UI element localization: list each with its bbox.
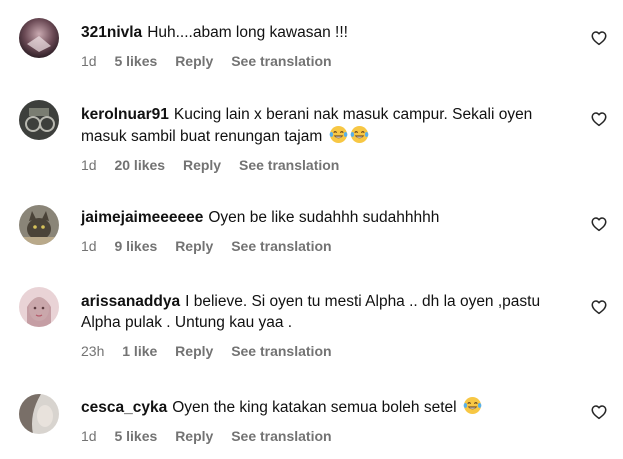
comment-meta: 23h 1 like Reply See translation [81,343,551,361]
comment-text-line: kerolnuar91 Kucing lain x berani nak masu… [81,104,551,147]
heart-icon[interactable] [590,403,608,421]
heart-icon[interactable] [590,298,608,316]
comment-likes[interactable]: 1 like [122,343,157,359]
avatar-pink-photo-icon [19,287,59,327]
avatar-dark-gradient-icon [19,18,59,58]
comment-time[interactable]: 1d [81,238,97,254]
laughing-tears-emoji-icon [329,125,347,144]
comment-username[interactable]: cesca_cyka [81,399,167,416]
comment-meta: 1d 5 likes Reply See translation [81,53,551,71]
comment-username[interactable]: 321nivla [81,24,142,41]
comment-text-line: arissanaddya I believe. Si oyen tu mesti … [81,291,551,333]
see-translation-button[interactable]: See translation [231,238,331,254]
avatar[interactable] [19,287,59,327]
see-translation-button[interactable]: See translation [239,157,339,173]
avatar[interactable] [19,205,59,245]
comment-text-line: 321nivla Huh....abam long kawasan !!! [81,22,551,43]
comment-time[interactable]: 23h [81,343,104,359]
laughing-tears-emoji-icon [350,125,368,144]
laughing-tears-emoji-icon [463,396,482,415]
comment-likes[interactable]: 9 likes [114,238,157,254]
avatar[interactable] [19,100,59,140]
comment-text: Oyen the king katakan semua boleh setel [172,399,457,416]
reply-button[interactable]: Reply [175,343,213,359]
comment-username[interactable]: kerolnuar91 [81,106,169,123]
reply-button[interactable]: Reply [175,53,213,69]
comment-likes[interactable]: 5 likes [114,428,157,444]
comment-meta: 1d 20 likes Reply See translation [81,157,551,175]
reply-button[interactable]: Reply [175,428,213,444]
comment-text-line: cesca_cyka Oyen the king katakan semua bo… [81,396,551,418]
avatar-light-photo-icon [19,394,59,434]
see-translation-button[interactable]: See translation [231,343,331,359]
comment-time[interactable]: 1d [81,53,97,69]
see-translation-button[interactable]: See translation [231,53,331,69]
comment-likes[interactable]: 20 likes [114,157,165,173]
comment-time[interactable]: 1d [81,157,97,173]
comment-meta: 1d 9 likes Reply See translation [81,238,551,256]
see-translation-button[interactable]: See translation [231,428,331,444]
avatar-dark-photo-icon [19,100,59,140]
avatar[interactable] [19,18,59,58]
comment-username[interactable]: arissanaddya [81,293,180,310]
comment-text: Huh....abam long kawasan !!! [147,24,348,41]
reply-button[interactable]: Reply [175,238,213,254]
comment-time[interactable]: 1d [81,428,97,444]
reply-button[interactable]: Reply [183,157,221,173]
comment-username[interactable]: jaimejaimeeeeee [81,209,203,226]
heart-icon[interactable] [590,110,608,128]
comment-likes[interactable]: 5 likes [114,53,157,69]
comment-meta: 1d 5 likes Reply See translation [81,428,551,446]
avatar[interactable] [19,394,59,434]
comment-text-line: jaimejaimeeeeee Oyen be like sudahhh suda… [81,207,551,228]
avatar-cat-photo-icon [19,205,59,245]
comment-text: Oyen be like sudahhh sudahhhhh [208,209,440,226]
heart-icon[interactable] [590,215,608,233]
heart-icon[interactable] [590,29,608,47]
